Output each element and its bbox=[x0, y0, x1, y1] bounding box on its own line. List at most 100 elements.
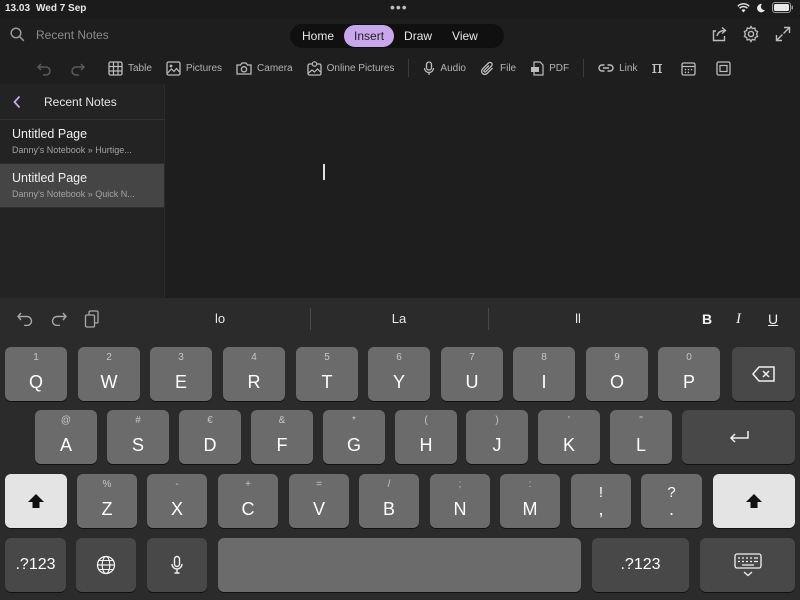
return-key[interactable] bbox=[682, 410, 795, 464]
key-q[interactable]: 1Q bbox=[5, 347, 67, 401]
insert-online-pictures-button[interactable]: Online Pictures bbox=[306, 60, 394, 76]
suggestion-2[interactable]: La bbox=[310, 298, 488, 340]
key-p[interactable]: 0P bbox=[658, 347, 720, 401]
key-e[interactable]: 3E bbox=[150, 347, 212, 401]
insert-audio-button[interactable]: Audio bbox=[423, 60, 466, 76]
bold-button[interactable]: B bbox=[702, 311, 712, 327]
undo-icon[interactable] bbox=[36, 60, 52, 76]
key-z[interactable]: % Z bbox=[77, 474, 137, 528]
key-o[interactable]: 9O bbox=[586, 347, 648, 401]
page-path: Danny's Notebook » Hurtige... bbox=[12, 145, 132, 155]
key-label: J bbox=[492, 435, 502, 455]
search-recent-notes[interactable]: Recent Notes bbox=[36, 28, 109, 42]
key-l[interactable]: " L bbox=[610, 410, 672, 464]
key-label: V bbox=[312, 499, 325, 519]
key-i[interactable]: 8I bbox=[513, 347, 575, 401]
audio-label: Audio bbox=[440, 62, 466, 74]
dictation-key[interactable] bbox=[147, 538, 207, 592]
keyboard-dismiss-icon bbox=[733, 553, 762, 577]
globe-key[interactable] bbox=[76, 538, 136, 592]
expand-icon[interactable] bbox=[774, 25, 792, 43]
note-canvas[interactable] bbox=[166, 84, 800, 298]
key-b[interactable]: / B bbox=[359, 474, 419, 528]
online-pictures-icon bbox=[306, 60, 322, 76]
key-f[interactable]: & F bbox=[251, 410, 313, 464]
share-icon[interactable] bbox=[710, 25, 728, 43]
tab-draw[interactable]: Draw bbox=[394, 25, 442, 47]
insert-camera-button[interactable]: Camera bbox=[236, 61, 293, 75]
key-h[interactable]: (H bbox=[395, 410, 457, 464]
keyboard-redo-icon[interactable] bbox=[50, 310, 68, 326]
page-list-item[interactable]: Untitled Page Danny's Notebook » Hurtige… bbox=[0, 120, 164, 164]
search-icon[interactable] bbox=[10, 27, 25, 42]
key-c[interactable]: + C bbox=[218, 474, 278, 528]
page-list-item-selected[interactable]: Untitled Page Danny's Notebook » Quick N… bbox=[0, 164, 164, 208]
multitasking-dots[interactable]: ••• bbox=[390, 0, 408, 15]
suggestion-1[interactable]: lo bbox=[130, 298, 310, 340]
key-g[interactable]: * G bbox=[323, 410, 385, 464]
shift-icon bbox=[746, 494, 762, 508]
insert-pdf-button[interactable]: PDF bbox=[530, 60, 570, 76]
key-label: A bbox=[59, 435, 72, 455]
shift-left-key[interactable] bbox=[5, 474, 67, 528]
key-alt-label: 9 bbox=[614, 352, 620, 363]
keyboard-undo-icon[interactable] bbox=[16, 310, 34, 326]
redo-icon[interactable] bbox=[70, 60, 86, 76]
key-d[interactable]: € D bbox=[179, 410, 241, 464]
key-n[interactable]: ; N bbox=[430, 474, 490, 528]
text-cursor bbox=[323, 164, 325, 180]
key-period[interactable]: ?. bbox=[641, 474, 702, 528]
shift-right-key[interactable] bbox=[713, 474, 795, 528]
table-label: Table bbox=[128, 62, 152, 74]
key-y[interactable]: 6Y bbox=[368, 347, 430, 401]
tab-insert[interactable]: Insert bbox=[344, 25, 395, 47]
key-x[interactable]: -X bbox=[147, 474, 207, 528]
key-alt-label: # bbox=[135, 415, 141, 426]
tab-view[interactable]: View bbox=[442, 25, 488, 47]
backspace-key[interactable] bbox=[732, 347, 795, 401]
key-alt-label: " bbox=[639, 415, 643, 426]
key-label: .?123 bbox=[15, 556, 56, 573]
key-label: G bbox=[346, 435, 361, 455]
settings-gear-icon[interactable] bbox=[742, 25, 760, 43]
key-j[interactable]: ) J bbox=[466, 410, 528, 464]
numbers-key-right[interactable]: .?123 bbox=[592, 538, 689, 592]
insert-link-button[interactable]: Link bbox=[598, 62, 637, 74]
insert-file-button[interactable]: File bbox=[480, 61, 516, 76]
page-path: Danny's Notebook » Quick N... bbox=[12, 189, 135, 199]
suggestion-3[interactable]: ll bbox=[488, 298, 668, 340]
pictures-icon bbox=[166, 60, 181, 76]
hide-keyboard-key[interactable] bbox=[700, 538, 795, 592]
numbers-key-left[interactable]: .?123 bbox=[5, 538, 66, 592]
key-alt-label: - bbox=[175, 479, 179, 490]
date-calendar-icon[interactable] bbox=[681, 61, 696, 76]
key-v[interactable]: = V bbox=[289, 474, 349, 528]
key-alt-label: ) bbox=[495, 415, 499, 426]
key-a[interactable]: @ A bbox=[35, 410, 97, 464]
key-label: Q bbox=[28, 372, 43, 392]
key-k[interactable]: ' K bbox=[538, 410, 600, 464]
key-u[interactable]: 7U bbox=[441, 347, 503, 401]
insert-pictures-button[interactable]: Pictures bbox=[166, 60, 222, 76]
italic-button[interactable]: I bbox=[736, 311, 741, 328]
key-w[interactable]: 2W bbox=[78, 347, 140, 401]
recent-notes-title: Recent Notes bbox=[44, 95, 117, 109]
tab-home[interactable]: Home bbox=[292, 25, 344, 47]
pdf-label: PDF bbox=[549, 62, 570, 74]
space-key[interactable] bbox=[218, 538, 581, 592]
camera-icon bbox=[236, 62, 252, 75]
back-chevron-icon[interactable] bbox=[12, 95, 22, 109]
page-template-icon[interactable] bbox=[716, 60, 731, 76]
keyboard-paste-icon[interactable] bbox=[84, 310, 100, 328]
key-s[interactable]: # S bbox=[107, 410, 169, 464]
key-m[interactable]: :M bbox=[500, 474, 560, 528]
insert-table-button[interactable]: Table bbox=[108, 60, 152, 76]
key-comma[interactable]: !, bbox=[571, 474, 631, 528]
pdf-icon bbox=[531, 60, 544, 76]
key-t[interactable]: 5T bbox=[296, 347, 358, 401]
key-label: W bbox=[100, 372, 118, 392]
key-alt-label: % bbox=[102, 479, 112, 490]
equation-pi-icon[interactable]: π bbox=[651, 58, 662, 78]
key-r[interactable]: 4R bbox=[223, 347, 285, 401]
underline-button[interactable]: U bbox=[768, 311, 778, 327]
